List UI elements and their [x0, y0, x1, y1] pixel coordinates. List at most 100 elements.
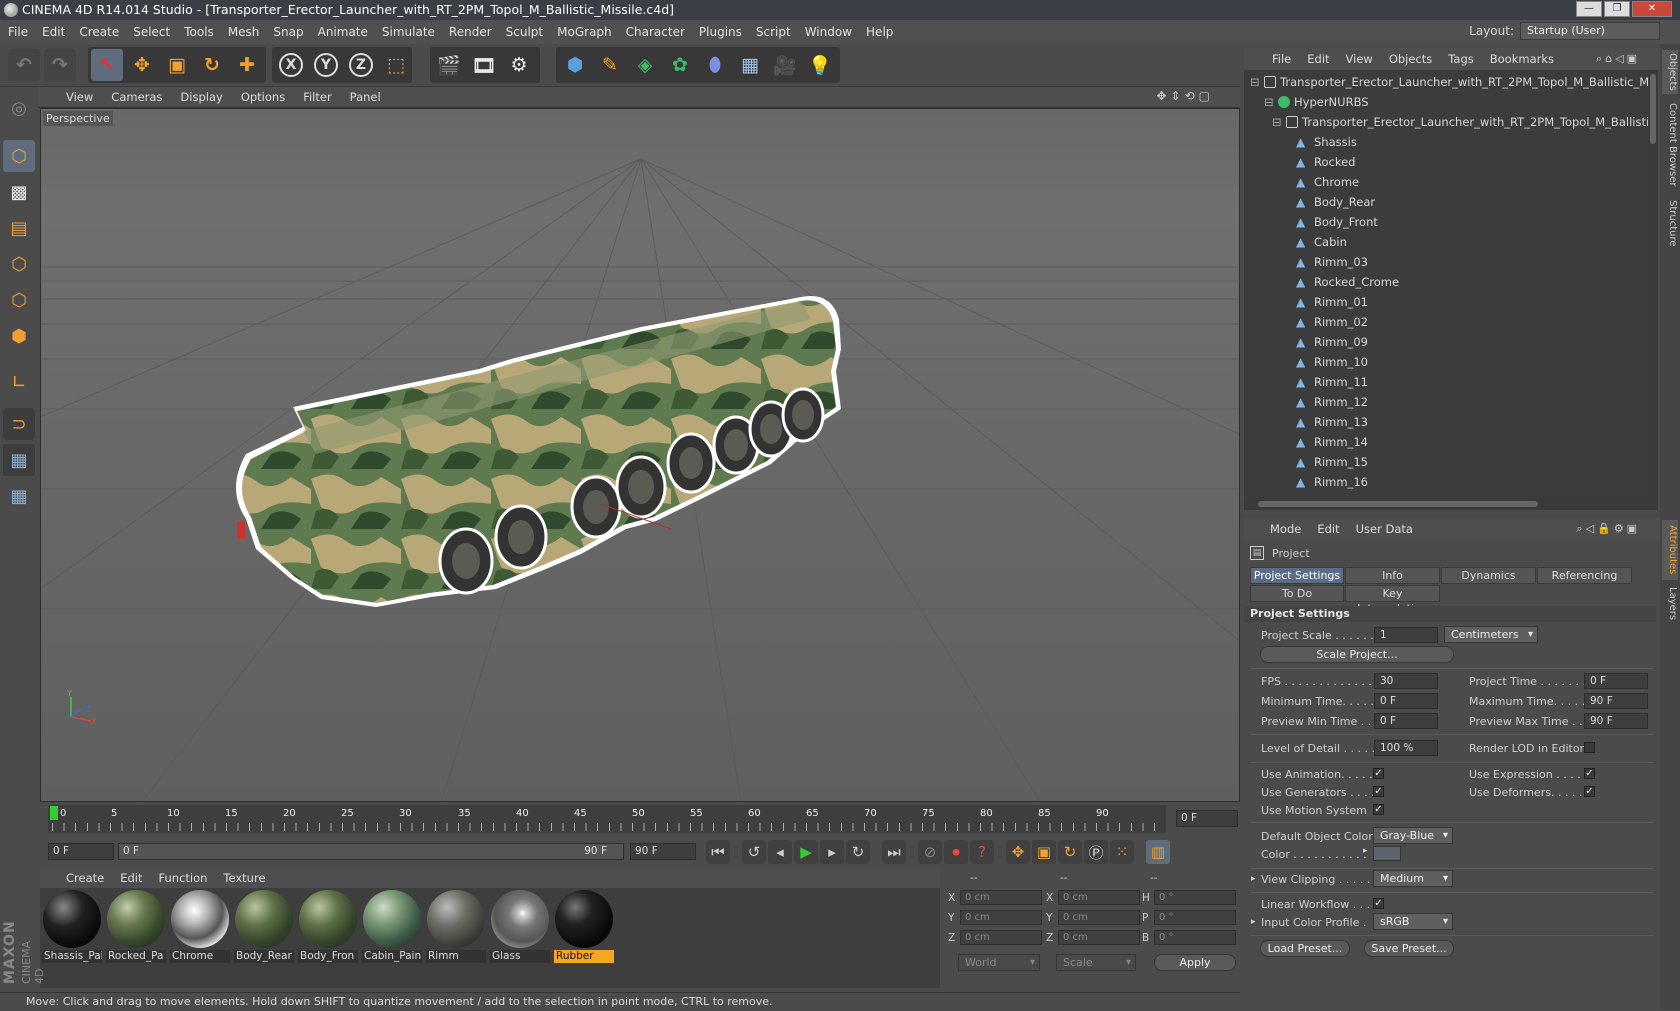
material-item[interactable]: Shassis_Pai	[42, 890, 102, 964]
default-color-dropdown[interactable]: Gray-Blue	[1373, 827, 1453, 844]
undo-icon[interactable]: ↶	[8, 49, 40, 81]
render-lod-checkbox[interactable]	[1584, 742, 1595, 753]
tree-row[interactable]: ▲ Shassis	[1244, 132, 1648, 152]
key-pla-icon[interactable]: ⁙	[1110, 840, 1134, 864]
rotation-h-field[interactable]: 0 °	[1154, 890, 1236, 905]
expand-icon[interactable]: ▸	[1251, 917, 1256, 927]
go-to-end-icon[interactable]: ⏭	[882, 840, 906, 864]
subdivision-icon[interactable]: ◈	[629, 49, 661, 81]
light-icon[interactable]: 💡	[804, 49, 836, 81]
viewport-menu-cameras[interactable]: Cameras	[111, 90, 162, 104]
coordinate-system-icon[interactable]: ⬚	[380, 49, 412, 81]
view-clipping-dropdown[interactable]: Medium	[1373, 870, 1453, 887]
project-scale-unit-dropdown[interactable]: Centimeters	[1444, 626, 1538, 643]
menu-sculpt[interactable]: Sculpt	[506, 25, 543, 39]
viewport-menu-view[interactable]: View	[66, 90, 93, 104]
tree-row[interactable]: ▲ Rimm_13	[1244, 412, 1648, 432]
menu-edit[interactable]: Edit	[42, 25, 65, 39]
edit-render-settings-icon[interactable]: ⚙	[503, 49, 535, 81]
material-item-selected[interactable]: Rubber	[554, 890, 614, 964]
collapse-icon[interactable]: ⊟	[1272, 112, 1282, 132]
menu-animate[interactable]: Animate	[318, 25, 368, 39]
live-selection-icon[interactable]: ↖	[91, 49, 123, 81]
go-to-start-icon[interactable]: ⏮	[706, 840, 730, 864]
fps-field[interactable]: 30	[1374, 673, 1438, 689]
object-tree-hscrollbar[interactable]	[1244, 498, 1658, 510]
tree-row[interactable]: ▲ Rimm_10	[1244, 352, 1648, 372]
next-frame-icon[interactable]: ▸	[820, 840, 844, 864]
project-scale-field[interactable]: 1	[1374, 627, 1438, 643]
texture-mode-icon[interactable]: ▩	[3, 176, 35, 208]
cube-icon[interactable]: ⬢	[559, 49, 591, 81]
om-menu-objects[interactable]: Objects	[1389, 52, 1432, 66]
expand-icon[interactable]: ▸	[1363, 846, 1368, 856]
attr-menu-user-data[interactable]: User Data	[1356, 522, 1413, 536]
floor-icon[interactable]: ▦	[734, 49, 766, 81]
menu-help[interactable]: Help	[866, 25, 893, 39]
material-item[interactable]: Cabin_Pain	[362, 890, 422, 964]
tree-row[interactable]: ▲ Rimm_14	[1244, 432, 1648, 452]
material-item[interactable]: Body_Rear	[234, 890, 294, 964]
om-menu-file[interactable]: File	[1272, 52, 1291, 66]
end-frame-field[interactable]: 90 F	[630, 843, 696, 860]
previous-key-icon[interactable]: ↺	[742, 840, 766, 864]
tree-row[interactable]: ▲ Rimm_09	[1244, 332, 1648, 352]
tab-key-interpolation[interactable]: Key Interpolation	[1345, 585, 1440, 615]
tab-info[interactable]: Info	[1345, 567, 1440, 584]
model-mode-icon[interactable]: ⬡	[3, 140, 35, 172]
tab-objects[interactable]: Objects	[1662, 50, 1678, 94]
tree-row[interactable]: ▲ Cabin	[1244, 232, 1648, 252]
search-icon[interactable]: ⌕⌂◁▣	[1596, 52, 1640, 66]
expand-icon[interactable]: ▸	[1251, 874, 1256, 884]
key-rotation-icon[interactable]: ↻	[1058, 840, 1082, 864]
linear-workflow-checkbox[interactable]: ✓	[1373, 898, 1384, 909]
mat-menu-edit[interactable]: Edit	[120, 871, 142, 885]
viewport-menu-filter[interactable]: Filter	[303, 90, 331, 104]
tab-content-browser[interactable]: Content Browser	[1662, 100, 1678, 190]
tree-row[interactable]: ▲ Rocked	[1244, 152, 1648, 172]
tab-layers[interactable]: Layers	[1662, 584, 1678, 624]
use-expression-checkbox[interactable]: ✓	[1584, 768, 1595, 779]
rotation-p-field[interactable]: 0 °	[1154, 910, 1236, 925]
points-mode-icon[interactable]: ⬡	[3, 248, 35, 280]
tab-attributes[interactable]: Attributes	[1662, 520, 1678, 580]
menu-select[interactable]: Select	[133, 25, 170, 39]
previous-frame-icon[interactable]: ◂	[768, 840, 792, 864]
use-animation-checkbox[interactable]: ✓	[1373, 768, 1384, 779]
tree-row[interactable]: ▲ Rimm_16	[1244, 472, 1648, 492]
lock-y-icon[interactable]: Y	[310, 49, 342, 81]
material-item[interactable]: Rocked_Pa	[106, 890, 166, 964]
menu-create[interactable]: Create	[79, 25, 119, 39]
viewport-nav-icons[interactable]: ✥⇕⟲▢	[1156, 89, 1214, 103]
position-x-field[interactable]: 0 cm	[960, 890, 1042, 905]
current-frame-field[interactable]: 0 F	[1176, 810, 1238, 827]
tree-row[interactable]: ⊟ Transporter_Erector_Launcher_with_RT_2P…	[1244, 72, 1648, 92]
keyframe-selection-icon[interactable]: ?	[970, 840, 994, 864]
key-position-icon[interactable]: ✥	[1006, 840, 1030, 864]
menu-simulate[interactable]: Simulate	[382, 25, 435, 39]
tree-row[interactable]: ▲ Rimm_02	[1244, 312, 1648, 332]
om-menu-tags[interactable]: Tags	[1448, 52, 1473, 66]
render-picture-viewer-icon[interactable]: 🎞	[468, 49, 500, 81]
preview-max-field[interactable]: 90 F	[1584, 713, 1648, 729]
viewport-menu-panel[interactable]: Panel	[350, 90, 381, 104]
viewport-menu-display[interactable]: Display	[180, 90, 222, 104]
tree-row[interactable]: ▲ Rimm_12	[1244, 392, 1648, 412]
timeline-ruler[interactable]: 0 5 10 15 20 25 30 35 40 45 50 55 60 65 …	[40, 803, 1240, 835]
cloner-icon[interactable]: ✿	[664, 49, 696, 81]
key-scale-icon[interactable]: ▣	[1032, 840, 1056, 864]
tab-to-do[interactable]: To Do	[1250, 585, 1344, 602]
collapse-icon[interactable]: ⊟	[1250, 72, 1260, 92]
tab-project-settings[interactable]: Project Settings	[1250, 567, 1344, 584]
lock-x-icon[interactable]: X	[275, 49, 307, 81]
magnet-icon[interactable]: ⊃	[3, 408, 35, 440]
om-menu-bookmarks[interactable]: Bookmarks	[1490, 52, 1554, 66]
mat-menu-create[interactable]: Create	[66, 871, 104, 885]
use-motion-checkbox[interactable]: ✓	[1373, 804, 1384, 815]
material-item[interactable]: Glass	[490, 890, 550, 964]
position-y-field[interactable]: 0 cm	[960, 910, 1042, 925]
menu-tools[interactable]: Tools	[184, 25, 214, 39]
tab-referencing[interactable]: Referencing	[1537, 567, 1632, 584]
tree-row[interactable]: ▲ Rimm_11	[1244, 372, 1648, 392]
collapse-icon[interactable]: ⊟	[1264, 92, 1274, 112]
